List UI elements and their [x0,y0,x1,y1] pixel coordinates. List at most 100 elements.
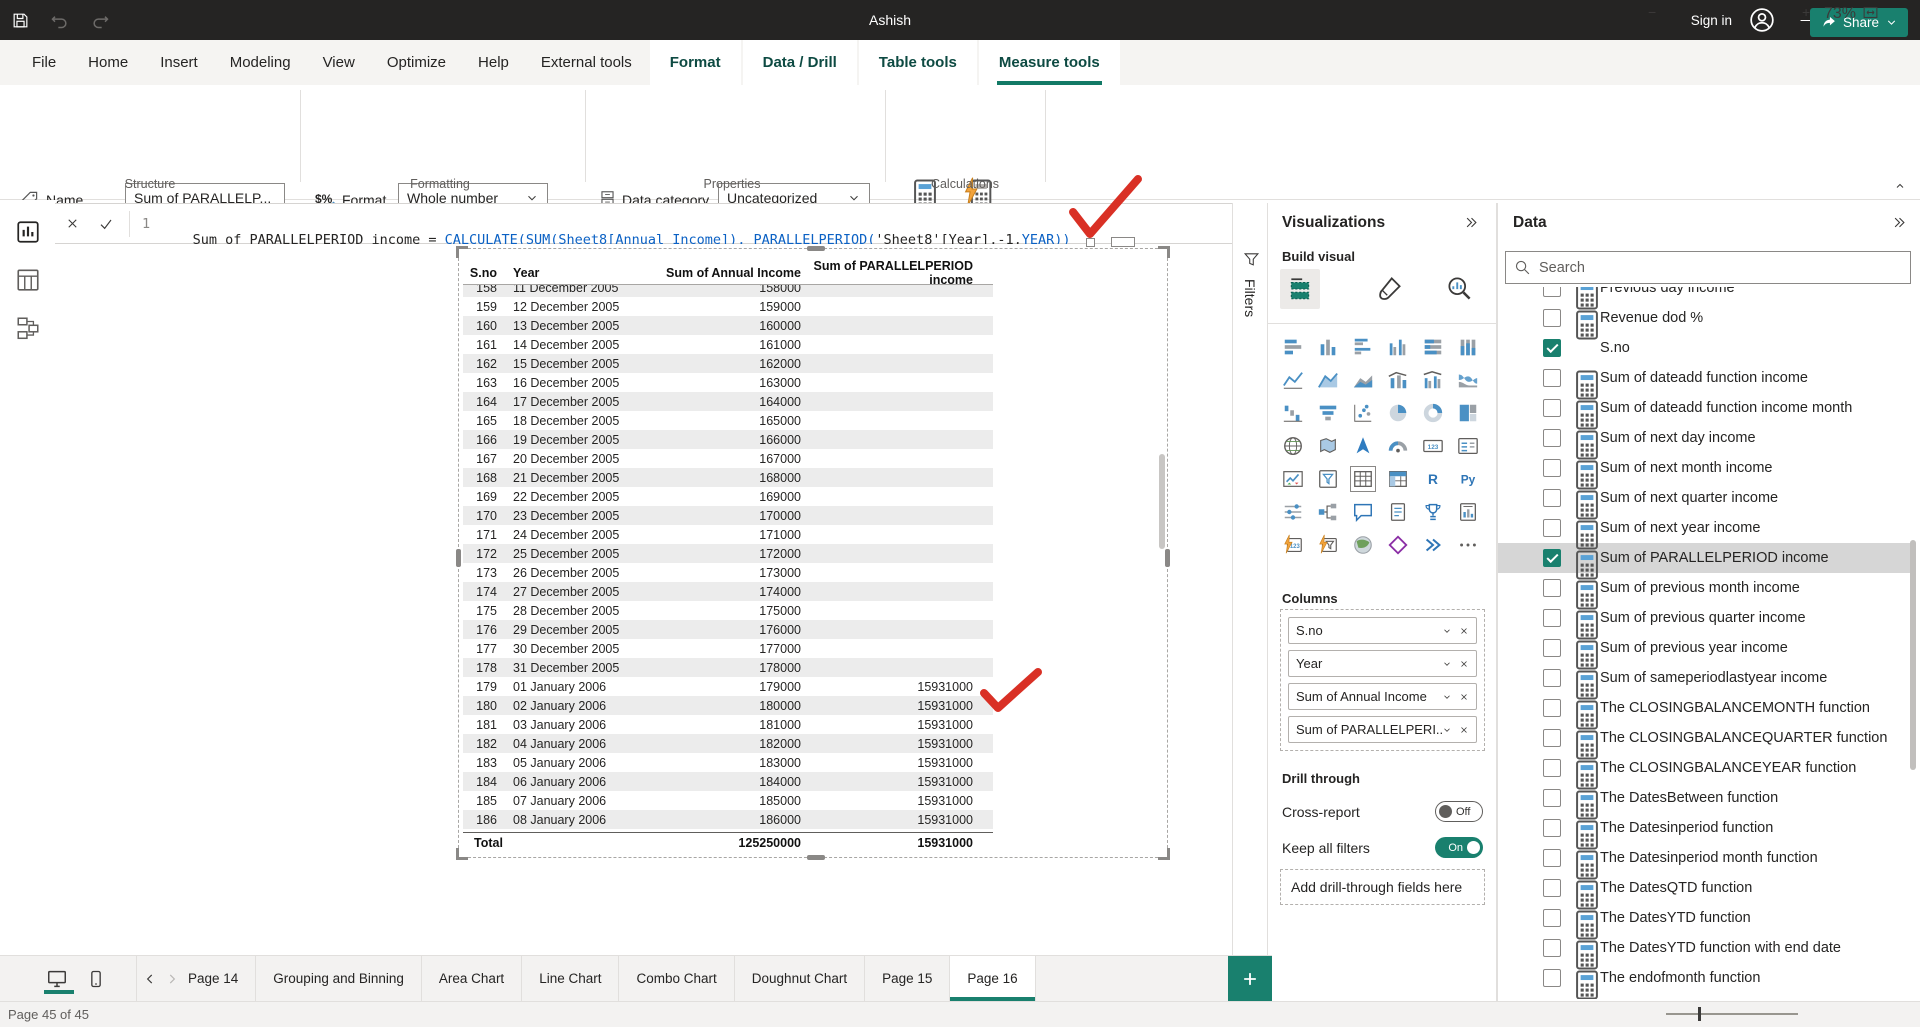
visual-type-icon[interactable] [1280,466,1306,492]
field-checkbox[interactable] [1543,609,1561,627]
page-tab[interactable]: Grouping and Binning [256,956,422,1001]
new-page-button[interactable] [1228,956,1272,1002]
ribbon-tab[interactable]: Measure tools [979,40,1120,85]
visual-type-icon[interactable] [1385,334,1411,360]
build-visual-mode-button[interactable] [1280,269,1320,309]
mobile-layout-icon[interactable] [86,969,106,989]
keep-all-filters-toggle[interactable]: On [1435,837,1483,858]
scroll-tabs-right-icon[interactable] [165,972,179,986]
page-tab[interactable]: Combo Chart [619,956,734,1001]
format-visual-mode-button[interactable] [1376,275,1403,302]
visual-type-icon[interactable] [1315,532,1341,558]
column-header[interactable]: Year [503,266,645,280]
visual-scrollbar[interactable] [1159,454,1165,549]
field-list-item[interactable]: Sum of next quarter income [1498,483,1910,513]
field-checkbox[interactable] [1543,579,1561,597]
field-list-item[interactable]: Sum of previous month income [1498,573,1910,603]
field-list-item[interactable]: The CLOSINGBALANCEYEAR function [1498,753,1910,783]
field-list-item[interactable]: The Datesinperiod function [1498,813,1910,843]
zoom-out-button[interactable]: − [1648,4,1656,20]
field-checkbox[interactable] [1543,819,1561,837]
visual-type-icon[interactable] [1420,400,1446,426]
visual-type-icon[interactable] [1350,499,1376,525]
field-list-item[interactable]: Sum of dateadd function income [1498,363,1910,393]
visual-type-icon[interactable] [1385,433,1411,459]
drill-through-fields-dropzone[interactable]: Add drill-through fields here [1280,869,1485,905]
field-list-item[interactable]: The DatesYTD function [1498,903,1910,933]
field-pill[interactable]: Sum of PARALLELPERI... [1288,716,1477,743]
page-tab[interactable]: Doughnut Chart [735,956,865,1001]
resize-handle[interactable] [456,246,468,258]
field-pill[interactable]: S.no [1288,617,1477,644]
field-list-item[interactable]: Sum of sameperiodlastyear income [1498,663,1910,693]
column-header[interactable]: Sum of PARALLELPERIOD income [813,259,985,287]
field-list-item[interactable]: The DatesBetween function [1498,783,1910,813]
dax-formula-text[interactable]: Sum of PARALLELPERIOD income = CALCULATE… [160,200,1070,248]
visual-type-icon[interactable] [1455,400,1481,426]
ribbon-tab[interactable]: External tools [525,40,648,85]
collapse-pane-icon[interactable] [1892,215,1907,230]
field-list-item[interactable]: Sum of next day income [1498,423,1910,453]
visual-type-icon[interactable] [1420,334,1446,360]
ribbon-tab[interactable]: Home [72,40,144,85]
field-checkbox[interactable] [1543,849,1561,867]
visual-type-icon[interactable] [1350,466,1376,492]
model-view-button[interactable] [0,304,55,352]
resize-handle[interactable] [456,549,461,567]
field-list-item[interactable]: The endofmonth function [1498,963,1910,993]
field-checkbox[interactable] [1543,287,1561,297]
visual-type-icon[interactable] [1315,466,1341,492]
visual-type-icon[interactable]: 123 [1280,532,1306,558]
field-checkbox[interactable] [1543,909,1561,927]
zoom-in-button[interactable]: + [1802,4,1810,20]
visual-type-icon[interactable] [1350,367,1376,393]
visual-type-icon[interactable] [1455,532,1481,558]
field-checkbox[interactable] [1543,789,1561,807]
visual-type-icon[interactable] [1350,532,1376,558]
visual-type-icon[interactable] [1420,499,1446,525]
field-checkbox[interactable] [1543,399,1561,417]
sign-in-button[interactable]: Sign in [1691,13,1732,28]
field-checkbox[interactable] [1543,489,1561,507]
field-checkbox[interactable] [1543,429,1561,447]
data-view-button[interactable] [0,256,55,304]
chevron-down-icon[interactable] [1442,725,1452,735]
table-visual-container[interactable]: S.no Year Sum of Annual Income Sum of PA… [458,248,1168,858]
remove-field-icon[interactable] [1459,725,1469,735]
ribbon-tab[interactable]: Format [650,40,741,85]
visual-type-icon[interactable] [1385,532,1411,558]
collapse-ribbon-icon[interactable] [1894,180,1906,192]
account-avatar-icon[interactable] [1742,0,1782,40]
field-checkbox[interactable] [1543,969,1561,987]
visual-type-icon[interactable] [1280,499,1306,525]
scroll-tabs-left-icon[interactable] [143,972,157,986]
ribbon-tab[interactable]: Table tools [859,40,977,85]
field-list-item[interactable]: Sum of next month income [1498,453,1910,483]
visual-type-icon[interactable] [1455,367,1481,393]
ribbon-tab[interactable]: Help [462,40,525,85]
visual-type-icon[interactable] [1350,334,1376,360]
resize-handle[interactable] [1158,848,1170,860]
cross-report-toggle[interactable]: Off [1435,801,1483,822]
resize-handle[interactable] [807,246,825,251]
chevron-down-icon[interactable] [1442,692,1452,702]
field-checkbox[interactable] [1543,879,1561,897]
page-tab[interactable]: Page 14 [185,956,256,1001]
zoom-slider-thumb[interactable] [1698,1007,1701,1021]
desktop-layout-icon[interactable] [46,968,68,990]
visual-type-icon[interactable] [1315,367,1341,393]
fit-to-page-icon[interactable] [1862,4,1879,21]
ribbon-tab[interactable]: Data / Drill [743,40,857,85]
table-header-row[interactable]: S.no Year Sum of Annual Income Sum of PA… [463,259,993,285]
ribbon-tab[interactable]: Optimize [371,40,462,85]
ribbon-tab[interactable]: File [16,40,72,85]
filters-pane-collapsed[interactable]: Filters [1232,203,1268,1001]
visual-type-icon[interactable] [1315,400,1341,426]
visual-type-icon[interactable] [1385,466,1411,492]
field-list-item[interactable]: Previous day income [1498,287,1910,303]
data-pane-scrollbar[interactable] [1910,540,1916,770]
field-checkbox[interactable] [1543,519,1561,537]
table-visual[interactable]: S.no Year Sum of Annual Income Sum of PA… [463,259,993,853]
column-header[interactable]: S.no [463,266,503,280]
page-tab[interactable]: Page 16 [950,956,1035,1001]
